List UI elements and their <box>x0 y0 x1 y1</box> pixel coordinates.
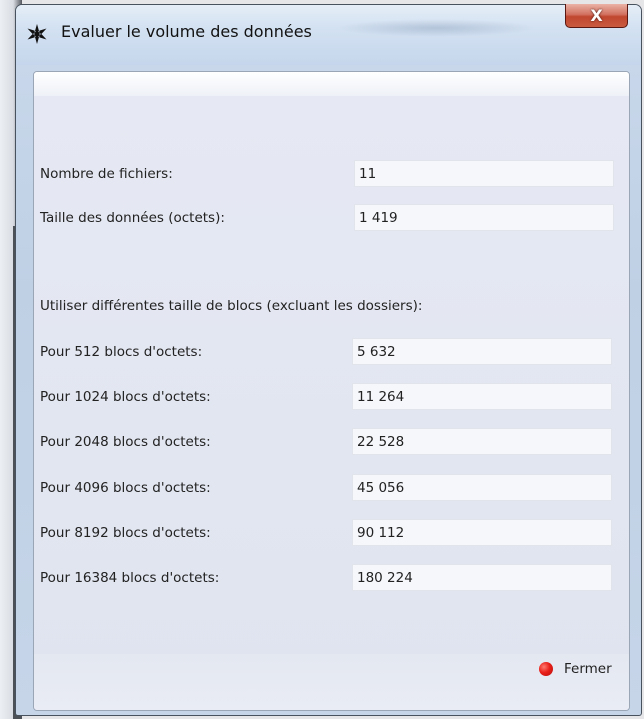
red-circle-icon <box>539 662 553 676</box>
dialog-client-area: Nombre de fichiers: 11 Taille des donnée… <box>33 71 630 711</box>
black-snowflake-icon <box>27 24 47 44</box>
block-sizes-heading: Utiliser différentes taille de blocs (ex… <box>40 298 423 314</box>
close-icon: X <box>590 6 603 25</box>
block-1024-field[interactable]: 11 264 <box>352 383 612 410</box>
data-size-label: Taille des données (octets): <box>40 210 225 226</box>
block-1024-label: Pour 1024 blocs d'octets: <box>40 389 211 405</box>
block-4096-label: Pour 4096 blocs d'octets: <box>40 480 211 496</box>
block-16384-field[interactable]: 180 224 <box>352 564 612 591</box>
window-close-button[interactable]: X <box>565 4 628 28</box>
block-4096-field[interactable]: 45 056 <box>352 474 612 501</box>
block-16384-label: Pour 16384 blocs d'octets: <box>40 570 220 586</box>
dialog-window: Evaluer le volume des données X Nombre d… <box>15 4 642 716</box>
files-count-label: Nombre de fichiers: <box>40 166 173 182</box>
block-512-label: Pour 512 blocs d'octets: <box>40 344 203 360</box>
data-size-field[interactable]: 1 419 <box>354 204 614 231</box>
block-2048-field[interactable]: 22 528 <box>352 428 612 455</box>
window-title: Evaluer le volume des données <box>61 22 312 41</box>
block-2048-label: Pour 2048 blocs d'octets: <box>40 434 211 450</box>
title-bar[interactable]: Evaluer le volume des données X <box>16 4 641 65</box>
block-512-field[interactable]: 5 632 <box>352 338 612 365</box>
fermer-label: Fermer <box>564 661 612 677</box>
files-count-field[interactable]: 11 <box>354 160 614 187</box>
block-8192-field[interactable]: 90 112 <box>352 519 612 546</box>
block-8192-label: Pour 8192 blocs d'octets: <box>40 525 211 541</box>
fermer-button[interactable]: Fermer <box>539 658 612 680</box>
